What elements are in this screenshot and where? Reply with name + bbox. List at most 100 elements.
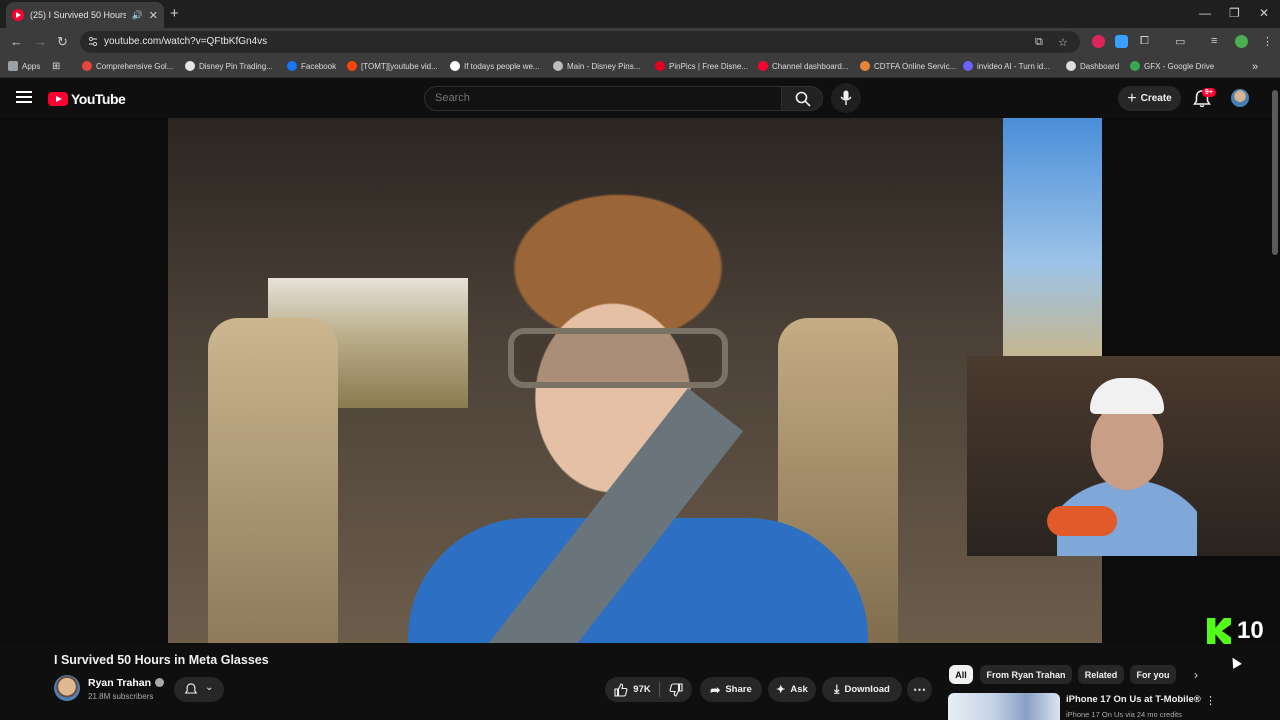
new-tab-button[interactable]: + [170,5,179,22]
hamburger-menu-icon[interactable] [16,91,32,103]
youtube-header: YouTube + Create 9+ [0,78,1280,118]
bookmark-item[interactable]: Facebook [287,61,336,71]
create-label: Create [1140,93,1172,104]
streamer-hat-image [1090,378,1164,414]
bookmark-apps[interactable]: Apps [8,61,40,71]
bookmark-item[interactable]: If todays people we... [450,61,540,71]
youtube-wordmark: YouTube [71,91,126,107]
microphone-image [1047,506,1117,536]
download-button[interactable]: ⤓ Download [822,677,902,702]
tab-groups-icon[interactable]: ⊞ [52,61,60,72]
close-window-icon[interactable]: ✕ [1259,6,1269,20]
site-icon [860,61,870,71]
side-window-image [1003,118,1102,358]
recommendation-subtitle: iPhone 17 On Us via 24 mo credits [1066,710,1182,719]
bookmark-star-icon[interactable]: ☆ [1058,36,1068,49]
like-button[interactable]: 97K [605,677,660,702]
bookmark-item[interactable]: invideo AI - Turn id... [963,61,1050,71]
minimize-icon[interactable]: — [1199,6,1211,20]
bookmarks-bar: Apps ⊞ Comprehensive Gol... Disney Pin T… [0,56,1280,78]
more-actions-icon[interactable]: ⋯ [907,677,932,702]
profile-avatar-icon[interactable] [1235,35,1248,48]
reddit-icon [347,61,357,71]
back-icon[interactable]: ← [10,34,23,49]
share-icon: ➦ [710,682,721,697]
bookmark-item[interactable]: Channel dashboard... [758,61,849,71]
video-title: I Survived 50 Hours in Meta Glasses [54,653,269,667]
account-avatar[interactable] [1231,89,1249,107]
recommendation-title[interactable]: iPhone 17 On Us at T-Mobile® [1066,694,1201,705]
search-button[interactable] [781,86,823,111]
kick-overlay: 10 [1207,617,1264,645]
share-button[interactable]: ➦ Share [700,677,762,702]
browser-tab-strip: (25) I Survived 50 Hours in Meta Glasses… [0,0,1280,28]
address-bar[interactable]: youtube.com/watch?v=QFtbKfGn4vs ⧉ ☆ [80,31,1080,53]
create-button[interactable]: + Create [1118,86,1181,111]
notification-count-badge: 9+ [1202,88,1216,97]
speaker-icon[interactable]: 🔊 [132,10,143,21]
video-frame[interactable] [168,118,1102,643]
streamer-webcam-overlay [967,356,1280,556]
pinterest-icon [655,61,665,71]
extensions-puzzle-icon[interactable]: ⧠ [1140,35,1149,48]
download-label: Download [844,684,890,695]
chip-related[interactable]: Related [1078,665,1124,684]
browser-menu-icon[interactable]: ⋮ [1262,35,1273,48]
dislike-button[interactable] [660,677,692,702]
search-input[interactable] [435,92,755,104]
install-app-icon[interactable]: ⧉ [1035,36,1043,49]
channel-avatar[interactable] [54,675,80,701]
forward-icon[interactable]: → [34,34,47,49]
bell-icon [184,683,198,694]
subscription-notifications-button[interactable]: ⌄ [174,677,224,702]
microphone-icon [840,90,852,105]
recommendation-menu-icon[interactable]: ⋮ [1205,694,1216,707]
bookmark-item[interactable]: [TOMT][youtube vid... [347,61,438,71]
extension-icon[interactable] [1092,35,1105,48]
plus-icon: + [1127,89,1137,107]
site-icon [1066,61,1076,71]
bookmark-item[interactable]: PinPics | Free Disne... [655,61,748,71]
chevron-right-icon[interactable]: › [1194,668,1198,682]
apps-grid-icon [8,61,18,71]
chip-all[interactable]: All [949,665,973,684]
bookmark-item[interactable]: Disney Pin Trading... [185,61,273,71]
media-controls-icon[interactable]: ≡ [1211,35,1217,47]
page-scrollbar[interactable] [1272,90,1278,255]
facebook-icon [287,61,297,71]
youtube-icon [758,61,768,71]
site-info-icon[interactable] [88,36,98,47]
bookmarks-overflow-icon[interactable]: » [1252,61,1258,73]
close-tab-icon[interactable]: ✕ [149,9,158,22]
bookmark-item[interactable]: CDTFA Online Servic... [860,61,956,71]
bookmark-item[interactable]: Main - Disney Pins... [553,61,640,71]
reload-icon[interactable]: ↻ [57,34,68,50]
ask-button[interactable]: ✦ Ask [768,677,816,702]
chevron-down-icon: ⌄ [205,682,214,693]
recommendation-thumbnail[interactable] [948,693,1060,720]
site-icon [82,61,92,71]
bookmark-item[interactable]: GFX - Google Drive [1130,61,1214,71]
extension-icon[interactable] [1115,35,1128,48]
restore-icon[interactable]: ❐ [1229,6,1240,20]
search-box [424,86,782,111]
chip-from-channel[interactable]: From Ryan Trahan [980,665,1072,684]
bookmark-item[interactable]: Comprehensive Gol... [82,61,173,71]
youtube-play-icon [48,92,68,106]
site-icon [185,61,195,71]
video-player[interactable] [0,118,1280,643]
bookmark-item[interactable]: Dashboard [1066,61,1119,71]
side-panel-icon[interactable]: ▭ [1175,35,1185,48]
voice-search-button[interactable] [831,83,861,113]
kick-count: 10 [1237,617,1264,644]
youtube-logo[interactable]: YouTube [48,91,126,107]
channel-name[interactable]: Ryan Trahan [88,677,165,689]
drive-icon [1130,61,1140,71]
seat-left-image [208,318,338,643]
share-label: Share [725,684,752,695]
site-icon [553,61,563,71]
download-icon: ⤓ [834,682,840,696]
thumbs-down-icon [669,682,683,697]
browser-tab[interactable]: (25) I Survived 50 Hours in Meta Glasses… [6,2,164,28]
chip-for-you[interactable]: For you [1130,665,1176,684]
